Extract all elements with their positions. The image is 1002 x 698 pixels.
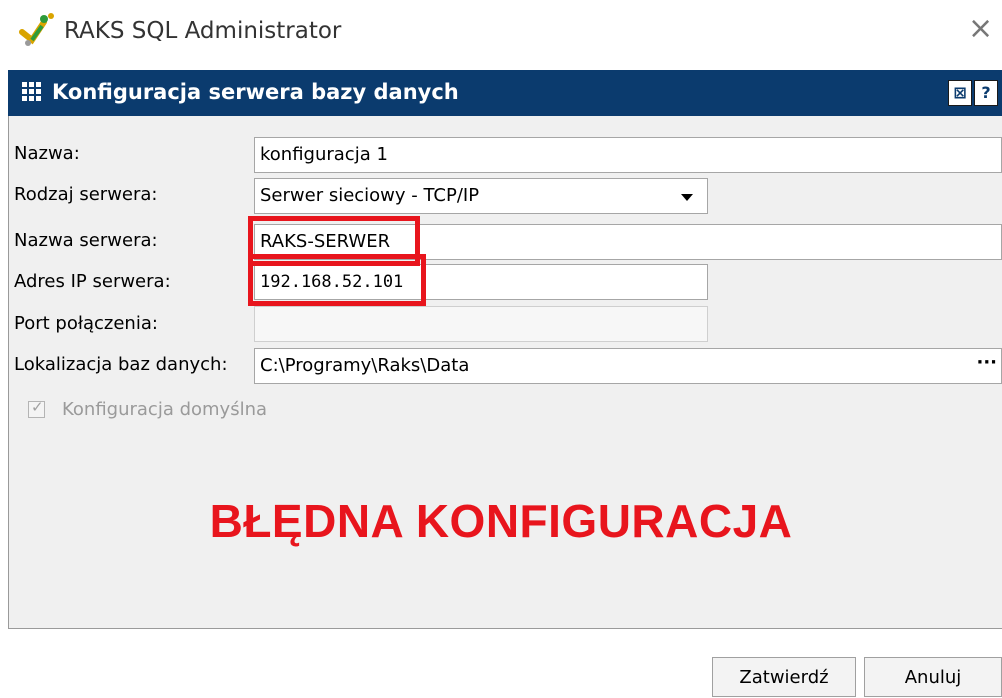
- server-ip-field[interactable]: 192.168.52.101: [254, 264, 708, 300]
- window-close-icon[interactable]: ×: [968, 14, 993, 44]
- db-location-label: Lokalizacja baz danych:: [14, 354, 228, 375]
- port-field[interactable]: [254, 306, 708, 342]
- window-titlebar: RAKS SQL Administrator ×: [0, 0, 1002, 64]
- server-type-select[interactable]: Serwer sieciowy - TCP/IP: [254, 178, 708, 214]
- panel-title: Konfiguracja serwera bazy danych: [52, 80, 459, 104]
- port-label: Port połączenia:: [14, 313, 158, 334]
- name-label: Nazwa:: [14, 143, 80, 164]
- window-title: RAKS SQL Administrator: [64, 18, 342, 44]
- server-type-value: Serwer sieciowy - TCP/IP: [260, 185, 480, 206]
- default-config-checkbox[interactable]: [28, 398, 45, 418]
- cancel-button[interactable]: Anuluj: [864, 657, 1002, 697]
- error-annotation-text: BŁĘDNA KONFIGURACJA: [209, 495, 793, 547]
- panel-header: Konfiguracja serwera bazy danych ⊠ ?: [8, 70, 1002, 116]
- default-config-label: Konfiguracja domyślna: [62, 399, 268, 420]
- panel-help-icon[interactable]: ?: [974, 80, 998, 106]
- chevron-down-icon[interactable]: [681, 194, 693, 201]
- server-ip-label: Adres IP serwera:: [14, 271, 171, 292]
- grid-icon: [22, 82, 41, 101]
- panel-close-icon[interactable]: ⊠: [948, 80, 972, 106]
- confirm-button[interactable]: Zatwierdź: [712, 657, 856, 697]
- browse-ellipsis-icon[interactable]: ···: [976, 349, 997, 377]
- server-name-field[interactable]: RAKS-SERWER: [254, 224, 1002, 260]
- raks-app-icon: [19, 13, 54, 46]
- name-field[interactable]: konfiguracja 1: [254, 137, 1002, 173]
- server-name-label: Nazwa serwera:: [14, 230, 158, 251]
- db-location-field[interactable]: C:\Programy\Raks\Data ···: [254, 348, 1002, 384]
- server-type-label: Rodzaj serwera:: [14, 184, 158, 205]
- db-location-value: C:\Programy\Raks\Data: [260, 355, 470, 376]
